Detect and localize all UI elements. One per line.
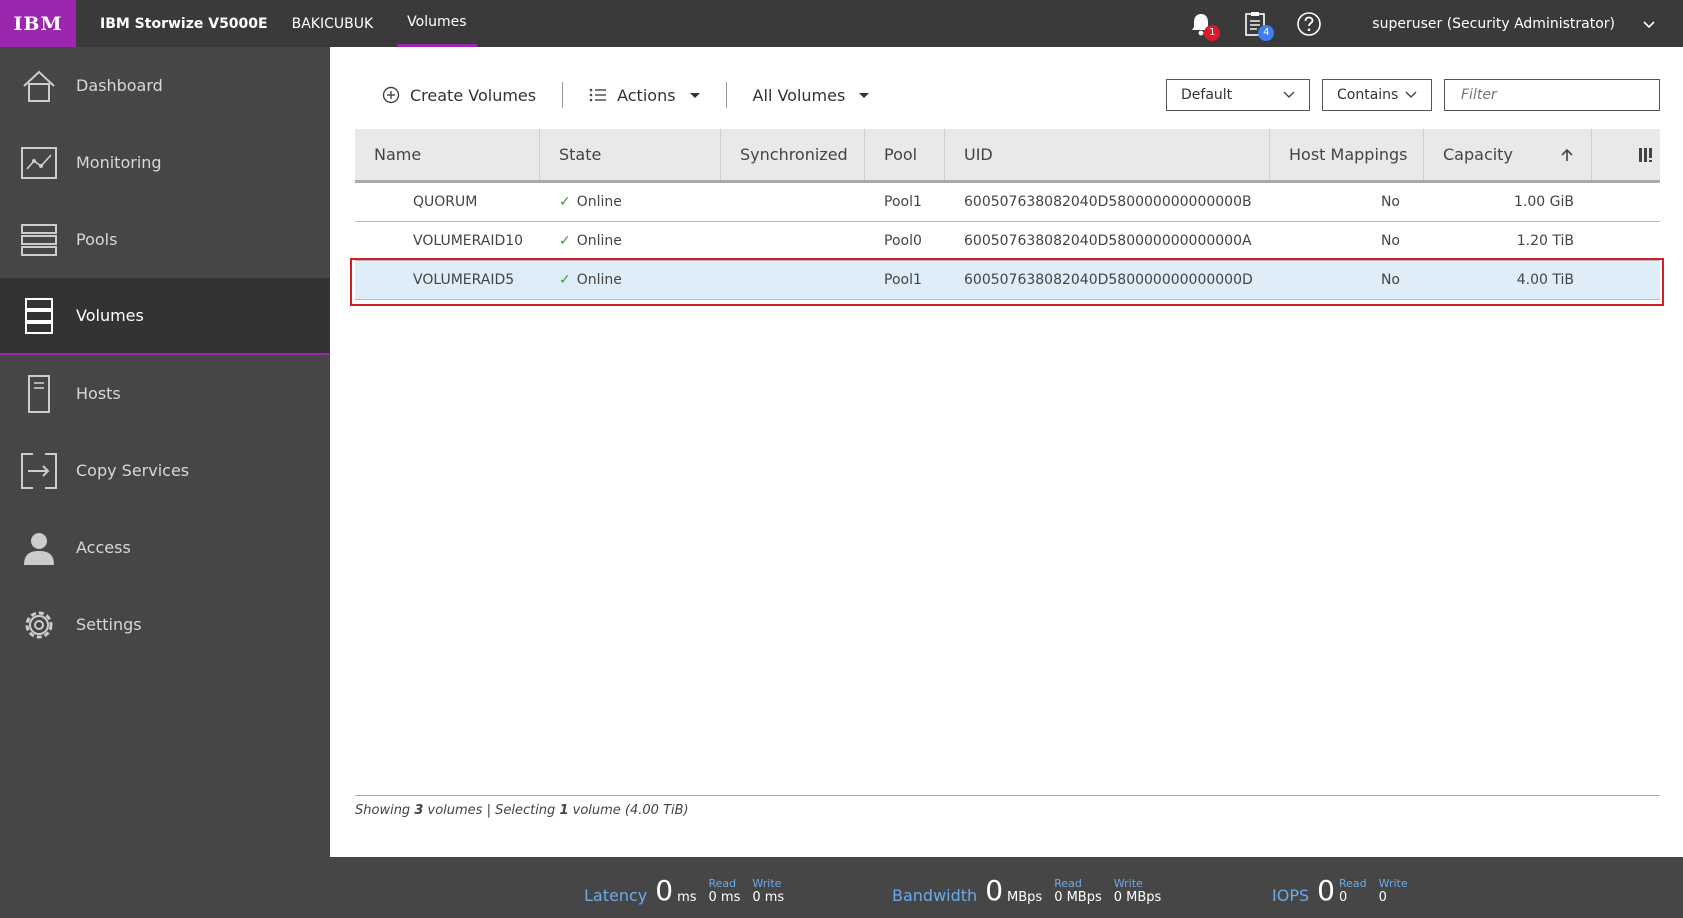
tasks-count-badge: 4 (1258, 24, 1275, 41)
table-header: Name State Synchronized Pool UID Host Ma… (355, 129, 1660, 183)
sidebar-item-label: Settings (76, 615, 142, 634)
chevron-down-icon (1283, 91, 1295, 98)
view-selector-button[interactable]: All Volumes (741, 77, 882, 113)
column-header-state[interactable]: State (540, 129, 721, 180)
sidebar-item-volumes[interactable]: Volumes (0, 278, 330, 355)
breadcrumb-system[interactable]: BAKICUBUK (292, 16, 374, 32)
ibm-logo[interactable]: IBM (0, 0, 76, 47)
caret-down-icon (859, 92, 870, 98)
bandwidth-metric[interactable]: Bandwidth 0 MBps Read 0 MBps Write 0 MBps (892, 877, 1173, 906)
latency-metric[interactable]: Latency 0 ms Read 0 ms Write 0 ms (584, 877, 796, 906)
sidebar-item-label: Copy Services (76, 461, 190, 480)
toolbar-divider (725, 82, 727, 108)
gear-icon (18, 604, 60, 646)
sidebar-item-access[interactable]: Access (0, 509, 330, 586)
columns-icon (1639, 147, 1652, 162)
sidebar-item-monitoring[interactable]: Monitoring (0, 124, 330, 201)
checkmark-icon: ✓ (559, 194, 571, 210)
chevron-down-icon (1405, 91, 1417, 98)
sidebar-item-label: Access (76, 538, 131, 557)
create-volumes-button[interactable]: Create Volumes (370, 77, 548, 113)
filter-input[interactable] (1444, 79, 1660, 111)
actions-menu-button[interactable]: Actions (577, 77, 711, 113)
sidebar-item-copy-services[interactable]: Copy Services (0, 432, 330, 509)
sidebar-item-label: Dashboard (76, 76, 163, 95)
column-header-pool[interactable]: Pool (865, 129, 945, 180)
sidebar-item-dashboard[interactable]: Dashboard (0, 47, 330, 124)
filter-operator-select[interactable]: Contains (1322, 79, 1432, 111)
hosts-icon (18, 373, 60, 415)
volumes-icon (18, 295, 60, 337)
sidebar-item-pools[interactable]: Pools (0, 201, 330, 278)
breadcrumb-current-page: Volumes (397, 0, 477, 47)
filter-mode-select[interactable]: Default (1166, 79, 1310, 111)
help-icon (1297, 11, 1322, 36)
notifications-button[interactable]: 1 (1188, 11, 1221, 41)
column-settings-button[interactable] (1592, 129, 1660, 180)
plus-circle-icon (382, 86, 400, 104)
help-button[interactable] (1296, 11, 1322, 37)
sidebar: Dashboard Monitoring Pools Volumes Hosts… (0, 47, 330, 918)
column-header-uid[interactable]: UID (945, 129, 1270, 180)
table-status-bar: Showing 3 volumes | Selecting 1 volume (… (355, 795, 1660, 818)
access-icon (18, 527, 60, 569)
column-header-host-mappings[interactable]: Host Mappings (1270, 129, 1424, 180)
sort-ascending-icon (1561, 148, 1573, 161)
table-row[interactable]: QUORUM ✓ Online Pool1 600507638082040D580… (355, 183, 1660, 222)
monitoring-icon (18, 142, 60, 184)
sidebar-item-settings[interactable]: Settings (0, 586, 330, 663)
sidebar-item-label: Pools (76, 230, 118, 249)
iops-metric[interactable]: IOPS 0 Read 0 Write 0 (1272, 877, 1420, 906)
column-header-capacity[interactable]: Capacity (1424, 129, 1592, 180)
table-row[interactable]: VOLUMERAID10 ✓ Online Pool0 6005076380820… (355, 222, 1660, 261)
toolbar-divider (562, 82, 564, 108)
notifications-count-badge: 1 (1204, 24, 1221, 41)
pools-icon (18, 219, 60, 261)
performance-bar: Latency 0 ms Read 0 ms Write 0 ms Bandwidt… (330, 857, 1683, 918)
checkmark-icon: ✓ (559, 272, 571, 288)
list-icon (589, 88, 607, 102)
product-name: IBM Storwize V5000E (100, 15, 268, 32)
user-menu[interactable]: superuser (Security Administrator) (1372, 16, 1615, 32)
toolbar: Create Volumes Actions All Volumes (370, 77, 881, 113)
home-icon (18, 65, 60, 107)
main-panel: Create Volumes Actions All Volumes Defau… (330, 47, 1683, 857)
user-menu-chevron-down-icon[interactable] (1643, 14, 1655, 33)
sidebar-item-label: Monitoring (76, 153, 162, 172)
tasks-button[interactable]: 4 (1242, 11, 1275, 41)
caret-down-icon (689, 92, 700, 98)
table-row-selected[interactable]: VOLUMERAID5 ✓ Online Pool1 60050763808204… (355, 261, 1660, 300)
copy-services-icon (18, 450, 60, 492)
column-header-name[interactable]: Name (355, 129, 540, 180)
sidebar-item-hosts[interactable]: Hosts (0, 355, 330, 432)
column-header-synchronized[interactable]: Synchronized (721, 129, 865, 180)
sidebar-item-label: Volumes (76, 306, 144, 325)
checkmark-icon: ✓ (559, 233, 571, 249)
sidebar-item-label: Hosts (76, 384, 121, 403)
volumes-table: Name State Synchronized Pool UID Host Ma… (355, 129, 1660, 300)
top-bar: IBM IBM Storwize V5000E BAKICUBUK Volume… (0, 0, 1683, 47)
